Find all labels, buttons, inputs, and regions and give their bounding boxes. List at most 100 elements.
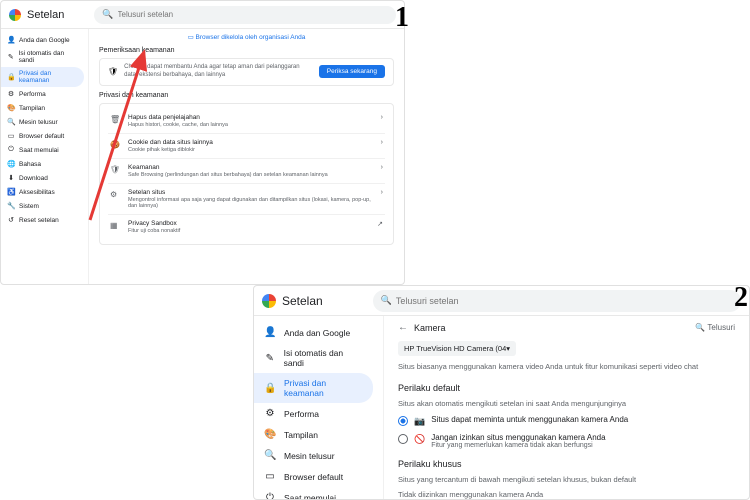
main-content: ▭ Browser dikelola oleh organisasi Anda … <box>89 29 404 284</box>
sidebar: 👤Anda dan Google✎Isi otomatis dan sandi🔒… <box>254 316 384 499</box>
row-title: Keamanan <box>128 164 381 171</box>
camera-select[interactable]: HP TrueVision HD Camera (04▾ <box>398 341 516 356</box>
header: Setelan 🔍 <box>254 286 749 316</box>
sidebar-item[interactable]: ⏻Saat memulai <box>254 487 373 499</box>
search-icon: 🔍 <box>102 9 113 20</box>
search-box[interactable]: 🔍 <box>94 6 396 24</box>
sidebar-item[interactable]: 👤 Anda dan Google <box>1 33 84 47</box>
privacy-row[interactable]: 🛡KeamananSafe Browsing (perlindungan dar… <box>108 159 385 184</box>
page-title: Setelan <box>27 9 64 21</box>
row-title: Privacy Sandbox <box>128 220 377 227</box>
sidebar-item-icon: 🎨 <box>7 104 15 112</box>
sidebar-item-icon: ▭ <box>7 132 15 140</box>
sidebar-item-label: Privasi dan keamanan <box>19 70 78 84</box>
sidebar-item[interactable]: ♿Aksesibilitas <box>1 185 84 199</box>
sidebar-item[interactable]: ⚙Performa <box>1 87 84 101</box>
sidebar-item-label: Aksesibilitas <box>19 189 55 196</box>
section-title-check: Pemeriksaan keamanan <box>99 47 394 54</box>
breadcrumb-title: Kamera <box>414 323 446 333</box>
chevron-right-icon: ↗ <box>377 220 383 228</box>
sidebar-item-label: Browser default <box>19 133 64 140</box>
sidebar-item[interactable]: ✎Isi otomatis dan sandi <box>1 47 84 67</box>
row-icon: 🍪 <box>110 140 122 149</box>
sidebar-item[interactable]: 🔍Mesin telusur <box>1 115 84 129</box>
page-title: Setelan <box>282 294 323 308</box>
sidebar-item-label: Privasi dan keamanan <box>284 378 363 398</box>
sidebar-item[interactable]: ✎Isi otomatis dan sandi <box>254 343 373 373</box>
chevron-right-icon: › <box>381 114 383 121</box>
sidebar-item[interactable]: 🔧Sistem <box>1 199 84 213</box>
safety-check-text: Chrome dapat membantu Anda agar tetap am… <box>124 64 313 80</box>
sidebar-item[interactable]: ▭Browser default <box>254 466 373 487</box>
sidebar-item-icon: 🔍 <box>7 118 15 126</box>
camera-intro: Situs biasanya menggunakan kamera video … <box>398 362 735 373</box>
privacy-card: 🗑Hapus data penjelajahanHapus histori, c… <box>99 103 394 245</box>
radio-option[interactable]: 📷 Situs dapat meminta untuk menggunakan k… <box>398 415 735 427</box>
check-now-button[interactable]: Periksa sekarang <box>319 65 385 78</box>
sidebar-item-label: Bahasa <box>19 161 41 168</box>
sidebar-item-icon: 🔒 <box>264 383 276 394</box>
search-input[interactable] <box>118 10 388 19</box>
sidebar-item-label: Tampilan <box>284 430 318 440</box>
chevron-right-icon: › <box>381 189 383 196</box>
sidebar-item-label: Browser default <box>284 472 343 482</box>
radio-button[interactable] <box>398 434 408 444</box>
option-title: Situs dapat meminta untuk menggunakan ka… <box>431 415 628 424</box>
option-icon: 🚫 <box>414 434 425 445</box>
shield-icon: 🛡 <box>108 67 118 76</box>
sidebar-item[interactable]: 🔒Privasi dan keamanan <box>1 67 84 87</box>
search-input[interactable] <box>396 296 733 306</box>
settings-panel-2: Setelan 🔍 👤Anda dan Google✎Isi otomatis … <box>253 285 750 500</box>
sidebar-item-icon: ⏻ <box>264 492 276 499</box>
sidebar-item[interactable]: 🎨Tampilan <box>1 101 84 115</box>
sidebar-item[interactable]: 👤Anda dan Google <box>254 322 373 343</box>
sidebar-item[interactable]: ⬇Download <box>1 171 84 185</box>
managed-notice[interactable]: ▭ Browser dikelola oleh organisasi Anda <box>99 33 394 41</box>
option-title: Jangan izinkan situs menggunakan kamera … <box>431 433 605 442</box>
sidebar-item[interactable]: ⚙Performa <box>254 403 373 424</box>
sidebar-item-icon: 👤 <box>7 36 15 44</box>
row-title: Setelan situs <box>128 189 381 196</box>
sidebar-item-icon: ✎ <box>7 53 15 61</box>
sidebar-item[interactable]: ▭ Browser default <box>1 129 84 143</box>
row-icon: ▦ <box>110 221 122 230</box>
section-default-title: Perilaku default <box>398 383 735 393</box>
header: Setelan 🔍 <box>1 1 404 29</box>
sidebar-item-icon: 🌐 <box>7 160 15 168</box>
row-icon: ⚙ <box>110 190 122 199</box>
row-subtitle: Cookie pihak ketiga diblokir <box>128 147 381 153</box>
annotation-number-2: 2 <box>734 282 748 314</box>
privacy-row[interactable]: 🗑Hapus data penjelajahanHapus histori, c… <box>108 109 385 134</box>
sidebar-item-label: Anda dan Google <box>19 37 70 44</box>
search-box[interactable]: 🔍 <box>373 290 741 312</box>
sidebar-item[interactable]: 🔍Mesin telusur <box>254 445 373 466</box>
sidebar-item[interactable]: ↺Reset setelan <box>1 213 84 227</box>
row-subtitle: Fitur uji coba nonaktif <box>128 228 377 234</box>
sidebar-item[interactable]: ⏻Saat memulai <box>1 143 84 157</box>
safety-check-card: 🛡 Chrome dapat membantu Anda agar tetap … <box>99 58 394 86</box>
sidebar-item-icon: 🔧 <box>7 202 15 210</box>
sidebar-item-icon: ⏻ <box>7 146 15 154</box>
breadcrumb-search[interactable]: 🔍 Telusuri <box>695 323 735 332</box>
sidebar-item[interactable]: 🔒 Privasi dan keamanan <box>254 373 373 403</box>
section-default-sub: Situs akan otomatis mengikuti setelan in… <box>398 399 735 410</box>
radio-button[interactable] <box>398 416 408 426</box>
section-custom-title: Perilaku khusus <box>398 459 735 469</box>
radio-option[interactable]: 🚫 Jangan izinkan situs menggunakan kamera… <box>398 433 735 449</box>
annotation-number-1: 1 <box>395 2 409 34</box>
privacy-row[interactable]: ▦ Privacy SandboxFitur uji coba nonaktif↗ <box>108 215 385 239</box>
option-subtitle: Fitur yang memerlukan kamera tidak akan … <box>431 442 605 449</box>
sidebar-item-icon: ✎ <box>264 353 276 364</box>
option-icon: 📷 <box>414 416 425 427</box>
sidebar-item[interactable]: 🎨Tampilan <box>254 424 373 445</box>
sidebar-item[interactable]: 🌐 Bahasa <box>1 157 84 171</box>
back-button[interactable]: ← <box>398 322 408 333</box>
privacy-row[interactable]: 🍪Cookie dan data situs lainnyaCookie pih… <box>108 134 385 159</box>
default-options: 📷 Situs dapat meminta untuk menggunakan k… <box>398 415 735 449</box>
main-content: ← Kamera 🔍 Telusuri HP TrueVision HD Cam… <box>384 316 749 499</box>
sidebar-item-icon: ⬇ <box>7 174 15 182</box>
sidebar-item-icon: 👤 <box>264 327 276 338</box>
section-custom-sub: Situs yang tercantum di bawah mengikuti … <box>398 475 735 486</box>
privacy-row[interactable]: ⚙Setelan situsMengontrol informasi apa s… <box>108 184 385 215</box>
sidebar-item-icon: ↺ <box>7 216 15 224</box>
